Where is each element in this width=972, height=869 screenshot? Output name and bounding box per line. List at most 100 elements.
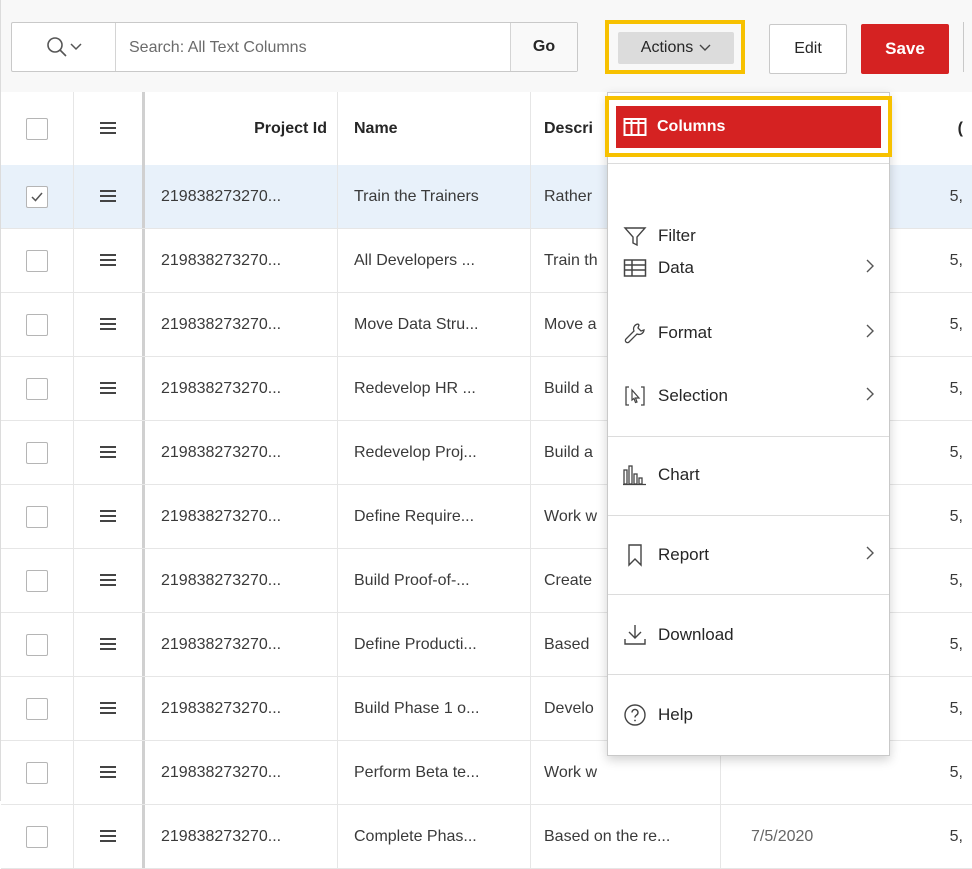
- row-checkbox[interactable]: [26, 377, 48, 400]
- menu-item-download[interactable]: Download: [608, 607, 889, 663]
- hamburger-icon[interactable]: [99, 702, 116, 715]
- row-checkbox[interactable]: [26, 569, 48, 592]
- row-select-cell: [1, 293, 74, 356]
- row-select-cell: [1, 549, 74, 612]
- cell-date-trailing: 5,: [949, 379, 963, 397]
- cell-project-id[interactable]: 219838273270...: [148, 549, 338, 612]
- edit-button[interactable]: Edit: [769, 24, 847, 74]
- menu-item-chart[interactable]: Chart: [608, 447, 889, 503]
- interactive-grid: Go Actions Edit Save Project Id Name Des…: [0, 0, 972, 869]
- row-actions-cell: [73, 613, 145, 676]
- selection-icon: [622, 383, 648, 409]
- cell-date-trailing: 5,: [949, 443, 963, 461]
- hamburger-icon[interactable]: [99, 122, 116, 135]
- help-icon: [622, 702, 648, 728]
- chevron-right-icon: [866, 546, 874, 560]
- cell-project-id[interactable]: 219838273270...: [148, 421, 338, 484]
- cell-name[interactable]: All Developers ...: [339, 229, 531, 292]
- hamburger-icon[interactable]: [99, 638, 116, 651]
- hamburger-icon[interactable]: [99, 830, 116, 843]
- cell-date-trailing: 5,: [949, 571, 963, 589]
- wrench-icon: [622, 320, 648, 346]
- cell-project-id[interactable]: 219838273270...: [148, 229, 338, 292]
- menu-item-data[interactable]: Data: [608, 240, 889, 296]
- menu-item-label: Format: [658, 323, 712, 342]
- cell-name[interactable]: Train the Trainers: [339, 165, 531, 228]
- cell-name[interactable]: Define Producti...: [339, 613, 531, 676]
- cell-date-trailing: 5,: [949, 763, 963, 781]
- cell-description[interactable]: Based on the re...: [531, 805, 721, 868]
- menu-item-label: Selection: [658, 386, 728, 405]
- hamburger-icon[interactable]: [99, 446, 116, 459]
- row-select-cell: [1, 805, 74, 868]
- menu-item-format[interactable]: Format: [608, 305, 889, 361]
- row-checkbox[interactable]: [26, 185, 48, 208]
- cell-project-id[interactable]: 219838273270...: [148, 165, 338, 228]
- search-icon: [46, 37, 67, 57]
- chevron-down-icon: [69, 43, 82, 51]
- menu-item-label: Data: [658, 258, 694, 277]
- cell-name[interactable]: Build Phase 1 o...: [339, 677, 531, 740]
- row-select-cell: [1, 229, 74, 292]
- cell-name[interactable]: Redevelop HR ...: [339, 357, 531, 420]
- toolbar-divider: [963, 22, 964, 72]
- cell-name[interactable]: Redevelop Proj...: [339, 421, 531, 484]
- row-checkbox[interactable]: [26, 633, 48, 656]
- row-checkbox[interactable]: [26, 505, 48, 528]
- cell-project-id[interactable]: 219838273270...: [148, 805, 338, 868]
- menu-divider: [608, 163, 889, 164]
- cell-name[interactable]: Move Data Stru...: [339, 293, 531, 356]
- cell-project-id[interactable]: 219838273270...: [148, 613, 338, 676]
- chart-icon: [622, 462, 648, 488]
- hamburger-icon[interactable]: [99, 574, 116, 587]
- go-button[interactable]: Go: [510, 23, 577, 71]
- row-checkbox[interactable]: [26, 441, 48, 464]
- select-all-checkbox[interactable]: [26, 117, 48, 140]
- cell-date-value: 7/5/2020: [751, 827, 814, 845]
- hamburger-icon[interactable]: [99, 318, 116, 331]
- cell-project-id[interactable]: 219838273270...: [148, 357, 338, 420]
- table-icon: [622, 255, 648, 281]
- menu-item-help[interactable]: Help: [608, 687, 889, 743]
- cell-name[interactable]: Perform Beta te...: [339, 741, 531, 804]
- save-button[interactable]: Save: [861, 24, 949, 74]
- table-row[interactable]: 219838273270... Complete Phas... Based on …: [1, 805, 972, 869]
- search-input[interactable]: [127, 23, 511, 73]
- row-checkbox[interactable]: [26, 697, 48, 720]
- cell-name[interactable]: Build Proof-of-...: [339, 549, 531, 612]
- download-icon: [622, 622, 648, 648]
- row-actions-cell: [73, 485, 145, 548]
- hamburger-icon[interactable]: [99, 254, 116, 267]
- menu-item-selection[interactable]: Selection: [608, 368, 889, 424]
- grid-toolbar: Go Actions Edit Save: [1, 0, 972, 93]
- chevron-right-icon: [866, 324, 874, 338]
- row-checkbox[interactable]: [26, 761, 48, 784]
- row-actions-cell: [73, 677, 145, 740]
- row-actions-cell: [73, 805, 145, 868]
- hamburger-icon[interactable]: [99, 190, 116, 203]
- search-column-selector[interactable]: [12, 23, 116, 71]
- row-checkbox[interactable]: [26, 249, 48, 272]
- cell-project-id[interactable]: 219838273270...: [148, 741, 338, 804]
- cell-name[interactable]: Define Require...: [339, 485, 531, 548]
- menu-item-label: Chart: [658, 465, 700, 484]
- cell-date-trailing: 5,: [949, 635, 963, 653]
- cell-name[interactable]: Complete Phas...: [339, 805, 531, 868]
- row-actions-cell: [73, 229, 145, 292]
- menu-item-report[interactable]: Report: [608, 527, 889, 583]
- cell-project-id[interactable]: 219838273270...: [148, 677, 338, 740]
- cell-date[interactable]: 7/5/2020 5,: [721, 805, 972, 868]
- column-header-project-id[interactable]: Project Id: [148, 92, 338, 165]
- cell-project-id[interactable]: 219838273270...: [148, 293, 338, 356]
- row-checkbox[interactable]: [26, 313, 48, 336]
- hamburger-icon[interactable]: [99, 766, 116, 779]
- hamburger-icon[interactable]: [99, 382, 116, 395]
- menu-item-label: Help: [658, 705, 693, 724]
- hamburger-icon[interactable]: [99, 510, 116, 523]
- row-checkbox[interactable]: [26, 825, 48, 848]
- row-select-cell: [1, 613, 74, 676]
- column-header-name[interactable]: Name: [339, 92, 531, 165]
- cell-project-id[interactable]: 219838273270...: [148, 485, 338, 548]
- row-select-cell: [1, 421, 74, 484]
- actions-menu: Filter Data Format Selection Chart Report Down…: [607, 92, 890, 756]
